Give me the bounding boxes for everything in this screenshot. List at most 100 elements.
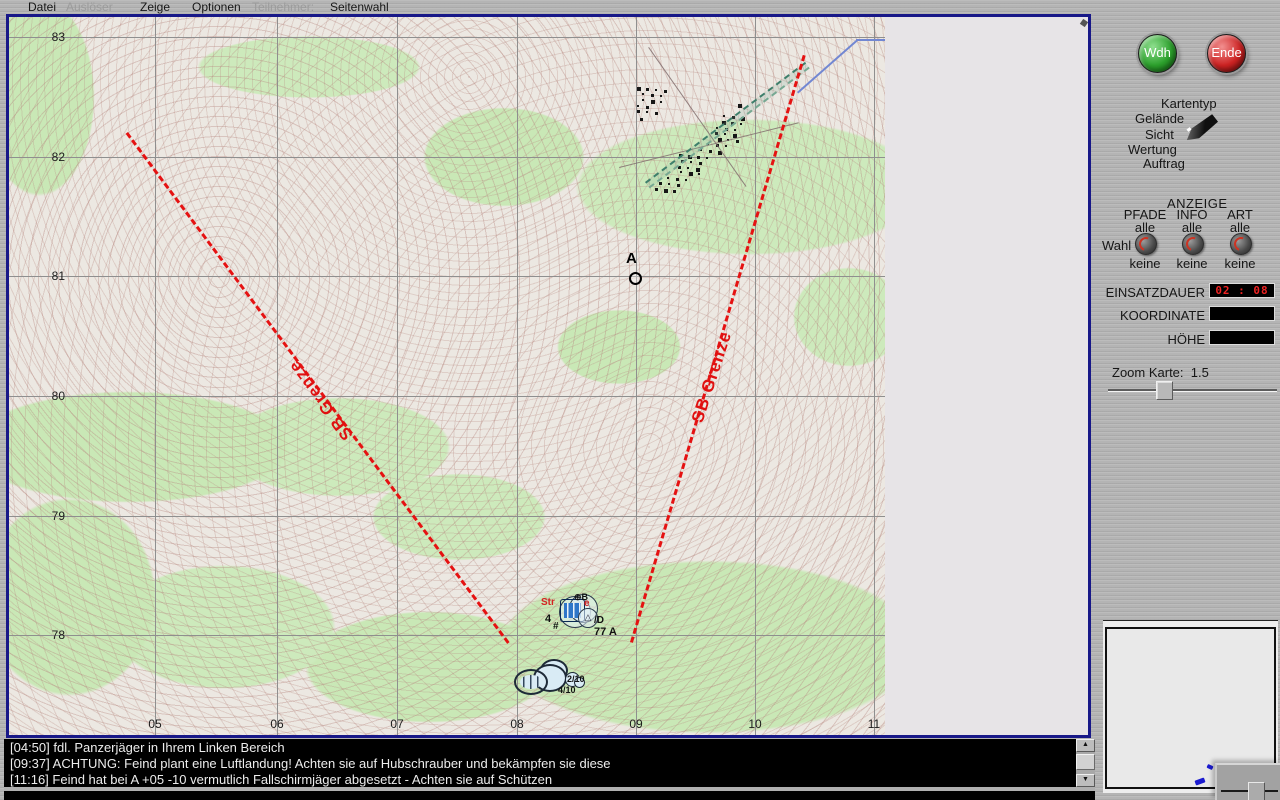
kartentyp-option-sicht[interactable]: Sicht (1145, 127, 1174, 142)
grid-y-label: 79 (51, 509, 65, 523)
anzeige-option-keine: keine (1224, 256, 1256, 271)
grid-x-label: 05 (148, 717, 162, 731)
overview-unit-mark (1206, 763, 1214, 771)
map-corner-glyph (1079, 18, 1088, 28)
map-marker-a-label: A (626, 250, 637, 267)
grid-line-horizontal (9, 276, 885, 277)
building-dot (709, 150, 712, 153)
unit-label: 4 (545, 613, 552, 625)
grid-x-label: 07 (390, 717, 404, 731)
wdh-button[interactable]: Wdh (1138, 34, 1177, 73)
zoom-slider-thumb[interactable] (1156, 381, 1173, 400)
grid-x-label: 06 (270, 717, 284, 731)
kartentyp-title: Kartentyp (1161, 96, 1217, 111)
building-dot (689, 172, 693, 176)
grid-line-horizontal (9, 396, 885, 397)
building-dot (736, 140, 739, 143)
grid-y-label: 82 (51, 150, 65, 164)
building-dot (724, 133, 726, 135)
grid-y-label: 83 (51, 30, 65, 44)
grid-line-vertical (755, 17, 756, 735)
anzeige-knob-pfade[interactable] (1135, 233, 1157, 255)
corner-slider-window (1215, 763, 1280, 800)
grid-x-label: 10 (748, 717, 762, 731)
menu-item-optionen[interactable]: Optionen (192, 0, 241, 14)
kartentyp-option-auftrag[interactable]: Auftrag (1143, 156, 1185, 171)
building-dot (734, 129, 736, 131)
building-dot (685, 179, 687, 181)
building-dot (676, 178, 679, 181)
knob-pointer (1231, 234, 1251, 254)
grid-x-label: 11 (867, 717, 881, 731)
anzeige-knob-info[interactable] (1182, 233, 1204, 255)
building-dot (651, 100, 655, 104)
kartentyp-option-wertung[interactable]: Wertung (1128, 142, 1177, 157)
building-dot (642, 99, 644, 101)
zoom-karte-label: Zoom Karte: 1.5 (1112, 365, 1209, 380)
corner-slider-thumb[interactable] (1248, 782, 1265, 800)
menu-bar: Datei Auslöser Zeige Optionen Teilnehmer: Sei… (0, 0, 1100, 14)
menu-item-zeige[interactable]: Zeige (140, 0, 170, 14)
building-dot (651, 94, 654, 97)
grid-line-vertical (397, 17, 398, 735)
map-marker-a-point (629, 272, 642, 285)
grid-line-vertical (874, 17, 875, 735)
unit-label: 77 A (594, 626, 617, 638)
grid-line-horizontal (9, 157, 885, 158)
building-dot (698, 173, 700, 175)
building-dot (660, 101, 662, 103)
building-dot (646, 88, 649, 91)
building-dot (738, 104, 742, 108)
grid-y-label: 81 (51, 269, 65, 283)
unit-cluster-2[interactable]: 2/10 4/10 (509, 655, 609, 703)
scroll-down-button[interactable]: ▼ (1076, 774, 1095, 787)
building-dot (667, 177, 669, 179)
building-dot (680, 171, 682, 173)
grid-line-vertical (155, 17, 156, 735)
map-window: SB Grenze SB Grenze A △ Str e ⊕B 4 # /D (6, 14, 1091, 738)
unit-label: ⊕B (574, 592, 589, 602)
menu-item-teilnehmer: Teilnehmer: (252, 0, 315, 14)
koordinate-label: KOORDINATE (1120, 308, 1205, 323)
hoehe-display (1209, 330, 1275, 345)
scrollbar-thumb[interactable] (1076, 754, 1095, 770)
anzeige-knob-art[interactable] (1230, 233, 1252, 255)
building-dot (673, 190, 676, 193)
kartentyp-option-gelaende[interactable]: Gelände (1135, 111, 1184, 126)
log-message: [04:50] fdl. Panzerjäger in Ihrem Linken… (10, 740, 285, 755)
building-dot (723, 115, 725, 117)
grid-line-horizontal (9, 516, 885, 517)
app-screen: Datei Auslöser Zeige Optionen Teilnehmer: Sei… (0, 0, 1280, 800)
grid-line-vertical (517, 17, 518, 735)
map-viewport: SB Grenze SB Grenze A △ Str e ⊕B 4 # /D (9, 17, 1088, 735)
building-dot (655, 188, 658, 191)
building-dot (646, 111, 648, 113)
log-scrollbar[interactable]: ▲ ▼ (1076, 739, 1095, 787)
building-dot (697, 156, 700, 159)
grid-x-label: 08 (510, 717, 524, 731)
zoom-label-text: Zoom Karte: (1112, 365, 1184, 380)
hoehe-label: HÖHE (1167, 332, 1205, 347)
menu-item-seitenwahl[interactable]: Seitenwahl (330, 0, 389, 14)
overview-unit-mark (1194, 777, 1206, 786)
building-dot (655, 112, 658, 115)
zoom-slider-track[interactable] (1108, 389, 1277, 392)
building-dot (690, 161, 692, 163)
message-log: [04:50] fdl. Panzerjäger in Ihrem Linken… (4, 739, 1076, 787)
map-terrain[interactable]: SB Grenze SB Grenze A △ Str e ⊕B 4 # /D (9, 17, 885, 735)
zoom-value: 1.5 (1190, 365, 1209, 380)
menu-item-datei[interactable]: Datei (28, 0, 56, 14)
grid-y-label: 80 (51, 389, 65, 403)
building-dot (640, 118, 643, 121)
building-dot (668, 183, 670, 185)
ende-button[interactable]: Ende (1207, 34, 1246, 73)
unit-label: # (553, 621, 559, 632)
log-message: [11:16] Feind hat bei A +05 -10 vermutli… (10, 772, 553, 787)
grid-x-label: 09 (629, 717, 643, 731)
unit-cluster-1[interactable]: △ Str e ⊕B 4 # /D 77 A (534, 587, 644, 647)
scroll-up-button[interactable]: ▲ (1076, 739, 1095, 752)
building-dot (659, 182, 662, 185)
bottom-strip (4, 791, 1095, 800)
einsatzdauer-display: 02 : 08 (1209, 283, 1275, 298)
anzeige-group-art: ART alle keine (1210, 205, 1270, 277)
